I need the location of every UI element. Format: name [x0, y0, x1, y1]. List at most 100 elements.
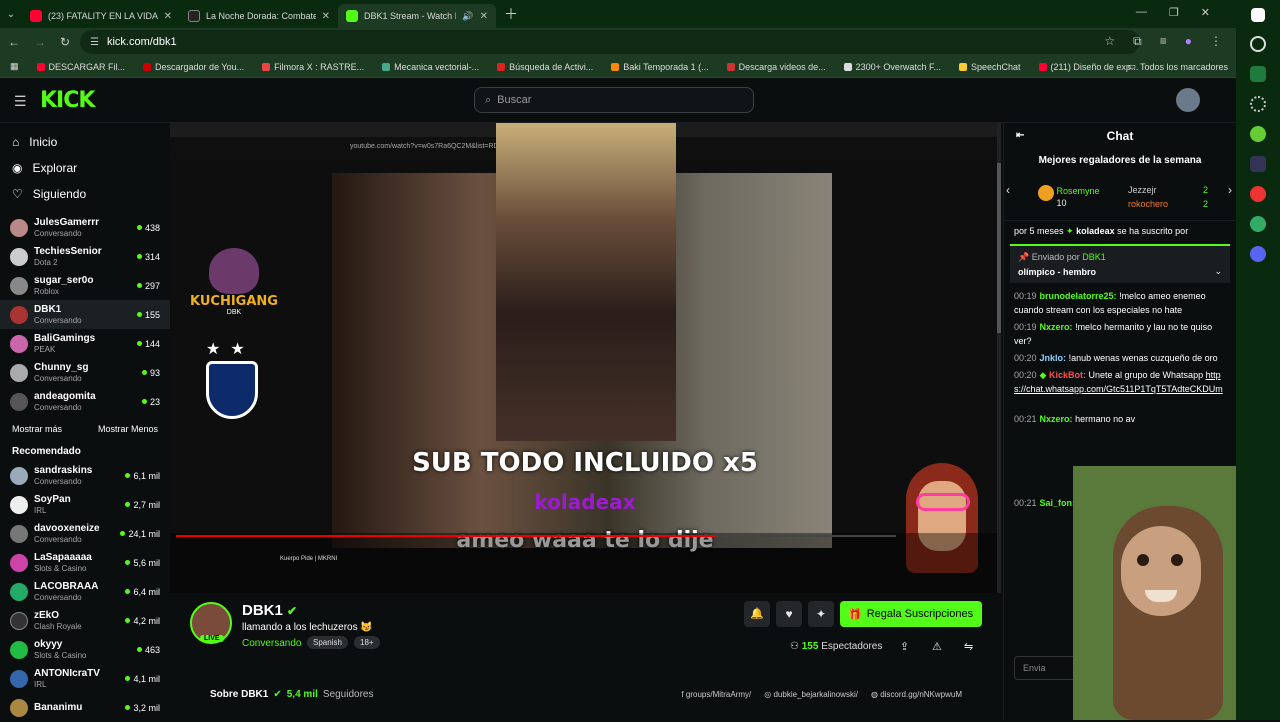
close-tab-icon[interactable]: ✕: [322, 11, 330, 22]
bookmark-item[interactable]: Mecanica vectorial-...: [382, 62, 479, 72]
media-icon[interactable]: ≡: [1160, 34, 1167, 49]
os-side-panel: [1236, 0, 1280, 720]
chrome-icon[interactable]: [1250, 216, 1266, 232]
all-bookmarks[interactable]: ▭ Todos los marcadores: [1127, 61, 1228, 72]
glasses: [916, 493, 970, 511]
webcam-overlay: [1073, 466, 1236, 720]
channel-item[interactable]: JulesGamerrr Conversando 438: [0, 213, 170, 242]
discord-link[interactable]: ◍ discord.gg/nNKwpwuM: [871, 690, 962, 699]
maximize-icon[interactable]: ❐: [1169, 6, 1179, 19]
player-scrollbar[interactable]: [997, 123, 1001, 593]
browser-tab-active[interactable]: DBK1 Stream - Watch Live o...🔊✕: [338, 4, 496, 28]
close-tab-icon[interactable]: ✕: [480, 11, 488, 22]
user-avatar[interactable]: [1176, 88, 1200, 112]
nav-siguiendo[interactable]: ♡ Siguiendo: [0, 181, 170, 207]
extensions-icon[interactable]: ⧉: [1133, 34, 1142, 49]
close-tab-icon[interactable]: ✕: [164, 11, 172, 22]
bookmark-item[interactable]: Descargador de You...: [143, 62, 244, 72]
reload-icon[interactable]: ↻: [60, 35, 70, 49]
sparkle-button[interactable]: ✦: [808, 601, 834, 627]
browser-tab[interactable]: (23) FATALITY EN LA VIDA REAL✕: [22, 4, 180, 28]
follow-button[interactable]: ♥: [776, 601, 802, 627]
tag-age[interactable]: 18+: [354, 636, 380, 649]
next-arrow-icon[interactable]: ›: [1228, 183, 1232, 197]
channel-item[interactable]: andeagomita Conversando 23: [0, 387, 170, 416]
close-window-icon[interactable]: ✕: [1201, 6, 1210, 19]
minimize-icon[interactable]: —: [1136, 6, 1147, 19]
channel-item[interactable]: SoyPan IRL 2,7 mil: [0, 490, 170, 519]
facebook-link[interactable]: f groups/MitraArmy/: [681, 690, 751, 699]
settings-icon[interactable]: [1250, 96, 1266, 112]
app-icon[interactable]: [1250, 126, 1266, 142]
kick-logo[interactable]: KICK: [40, 88, 95, 113]
top-gifters: Mejores regaladores de la semana ‹ › Ros…: [1004, 155, 1236, 221]
address-bar[interactable]: ☰ kick.com/dbk1: [80, 30, 1140, 54]
prev-arrow-icon[interactable]: ‹: [1006, 183, 1010, 197]
back-icon[interactable]: ←: [8, 35, 20, 49]
new-tab-button[interactable]: ＋: [504, 4, 518, 24]
channel-item[interactable]: TechiesSenior Dota 2 314: [0, 242, 170, 271]
channel-item[interactable]: Chunny_sg Conversando 93: [0, 358, 170, 387]
channel-item-selected[interactable]: DBK1 Conversando 155: [0, 300, 170, 329]
channel-item[interactable]: davooxeneize Conversando 24,1 mil: [0, 519, 170, 548]
search-icon[interactable]: [1250, 36, 1266, 52]
channel-item[interactable]: Bananimu 3,2 mil: [0, 693, 170, 722]
bookmark-item[interactable]: SpeechChat: [958, 62, 1021, 72]
excel-icon[interactable]: [1250, 66, 1266, 82]
channel-item[interactable]: LaSapaaaaa Slots & Casino 5,6 mil: [0, 548, 170, 577]
site-info-icon[interactable]: ☰: [90, 37, 99, 48]
browser-tab[interactable]: La Noche Dorada: Combates y...✕: [180, 4, 338, 28]
bookmark-item[interactable]: Búsqueda de Activi...: [497, 62, 593, 72]
bookmark-item[interactable]: 2300+ Overwatch F...: [843, 62, 941, 72]
bookmark-item[interactable]: DESCARGAR Fil...: [36, 62, 125, 72]
windows-logo-icon[interactable]: [1251, 8, 1265, 22]
channel-item[interactable]: LACOBRAAA Conversando 6,4 mil: [0, 577, 170, 606]
avatar: [10, 363, 28, 382]
show-less-button[interactable]: Mostrar Menos: [98, 424, 158, 434]
channel-item[interactable]: zEkO Clash Royale 4,2 mil: [0, 606, 170, 635]
notifications-button[interactable]: 🔔: [744, 601, 770, 627]
nav-explorar[interactable]: ◉ Explorar: [0, 155, 170, 181]
share-icon[interactable]: ⇪: [900, 640, 909, 653]
profile-icon[interactable]: ●: [1185, 34, 1192, 49]
avatar: [10, 611, 28, 630]
bookmark-item[interactable]: Descarga videos de...: [726, 62, 826, 72]
channel-item[interactable]: okyyy Slots & Casino 463: [0, 635, 170, 664]
tag-language[interactable]: Spanish: [307, 636, 348, 649]
bookmark-item[interactable]: Filmora X : RASTRE...: [262, 62, 364, 72]
search-input[interactable]: ⌕ Buscar: [474, 87, 754, 113]
theater-icon[interactable]: ⇋: [964, 640, 973, 653]
channel-item[interactable]: sandraskins Conversando 6,1 mil: [0, 461, 170, 490]
app-icon[interactable]: [1250, 156, 1266, 172]
speaker-icon[interactable]: 🔊: [462, 11, 473, 22]
video-player[interactable]: youtube.com/watch?v=w0s7Ra6QC2M&list=RDe…: [170, 123, 1000, 593]
show-more-button[interactable]: Mostrar más: [12, 424, 62, 434]
channel-item[interactable]: sugar_ser0o Roblox 297: [0, 271, 170, 300]
hamburger-menu-icon[interactable]: ☰: [14, 93, 27, 110]
forward-icon[interactable]: →: [34, 35, 46, 49]
browser-tab-strip: ⌄ (23) FATALITY EN LA VIDA REAL✕ La Noch…: [0, 0, 1280, 28]
collapse-chat-icon[interactable]: ⇤: [1016, 123, 1024, 149]
channel-item[interactable]: BaliGamings PEAK 144: [0, 329, 170, 358]
pinned-message[interactable]: 📌 Enviado por DBK1 olímpico - hembro ⌄: [1010, 244, 1230, 283]
avatar: [10, 495, 28, 514]
scroll-thumb[interactable]: [997, 163, 1001, 333]
streamer-name[interactable]: DBK1 ✔: [242, 602, 297, 619]
bookmark-item[interactable]: Baki Temporada 1 (...: [611, 62, 709, 72]
discord-icon[interactable]: [1250, 246, 1266, 262]
tab-search-icon[interactable]: ⌄: [0, 9, 22, 20]
nav-inicio[interactable]: ⌂ Inicio: [0, 129, 170, 155]
menu-dots-icon[interactable]: ⋮: [1210, 34, 1222, 49]
chrome-icon[interactable]: [1250, 186, 1266, 202]
stream-category[interactable]: Conversando: [242, 638, 301, 649]
viewer-count: ⚇ 155 Espectadores: [790, 641, 883, 652]
apps-icon[interactable]: ▦: [10, 61, 19, 72]
chevron-down-icon[interactable]: ⌄: [1214, 266, 1222, 277]
report-icon[interactable]: ⚠: [932, 640, 942, 653]
progress-bar[interactable]: [176, 535, 896, 537]
gift-subs-button[interactable]: 🎁 Regala Suscripciones: [840, 601, 982, 627]
bookmark-item[interactable]: (211) Diseño de exp...: [1038, 62, 1138, 72]
instagram-link[interactable]: ◎ dubkie_bejarkalinowski/: [764, 690, 858, 699]
bookmark-star-icon[interactable]: ☆: [1104, 34, 1115, 49]
channel-item[interactable]: ANTONIcraTV IRL 4,1 mil: [0, 664, 170, 693]
